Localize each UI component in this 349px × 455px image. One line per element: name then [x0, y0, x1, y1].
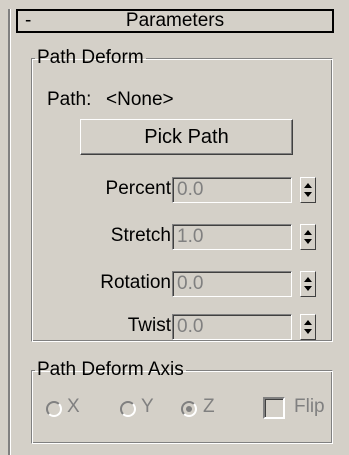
percent-spinner-arrows[interactable]: [300, 177, 316, 203]
rotation-spinner-row: Rotation: [0, 271, 349, 297]
path-value: <None>: [106, 89, 174, 110]
spin-down-icon: [304, 239, 312, 244]
axis-z-radio[interactable]: [181, 401, 197, 417]
spin-down-icon: [304, 329, 312, 334]
spin-up-icon: [304, 320, 312, 325]
parameters-rollout-header[interactable]: - Parameters: [16, 9, 334, 33]
path-deform-group-title: Path Deform: [37, 47, 144, 68]
axis-y-radio[interactable]: [120, 401, 136, 417]
twist-label: Twist: [127, 315, 171, 336]
rotation-input[interactable]: [172, 271, 292, 297]
axis-x-radio[interactable]: [46, 401, 62, 417]
radio-selected-dot: [186, 406, 192, 412]
path-deform-axis-group-title: Path Deform Axis: [37, 359, 184, 380]
path-label: Path:: [47, 89, 92, 110]
flip-label: Flip: [294, 396, 325, 417]
rotation-label: Rotation: [100, 272, 171, 293]
twist-spinner-row: Twist: [0, 314, 349, 340]
axis-y-label: Y: [141, 396, 154, 417]
stretch-label: Stretch: [110, 225, 171, 246]
pick-path-button[interactable]: Pick Path: [80, 119, 293, 155]
stretch-input[interactable]: [172, 224, 292, 250]
percent-label: Percent: [105, 178, 171, 199]
twist-spinner-arrows[interactable]: [300, 314, 316, 340]
rollout-title: Parameters: [125, 10, 225, 31]
spin-up-icon: [304, 277, 312, 282]
spin-down-icon: [304, 192, 312, 197]
spin-up-icon: [304, 183, 312, 188]
percent-spinner-row: Percent: [0, 177, 349, 203]
percent-input[interactable]: [172, 177, 292, 203]
twist-input[interactable]: [172, 314, 292, 340]
axis-z-label: Z: [203, 396, 215, 417]
flip-checkbox[interactable]: [263, 397, 285, 419]
stretch-spinner-row: Stretch: [0, 224, 349, 250]
rotation-spinner-arrows[interactable]: [300, 271, 316, 297]
spin-up-icon: [304, 230, 312, 235]
stretch-spinner-arrows[interactable]: [300, 224, 316, 250]
spin-down-icon: [304, 286, 312, 291]
axis-x-label: X: [67, 396, 80, 417]
